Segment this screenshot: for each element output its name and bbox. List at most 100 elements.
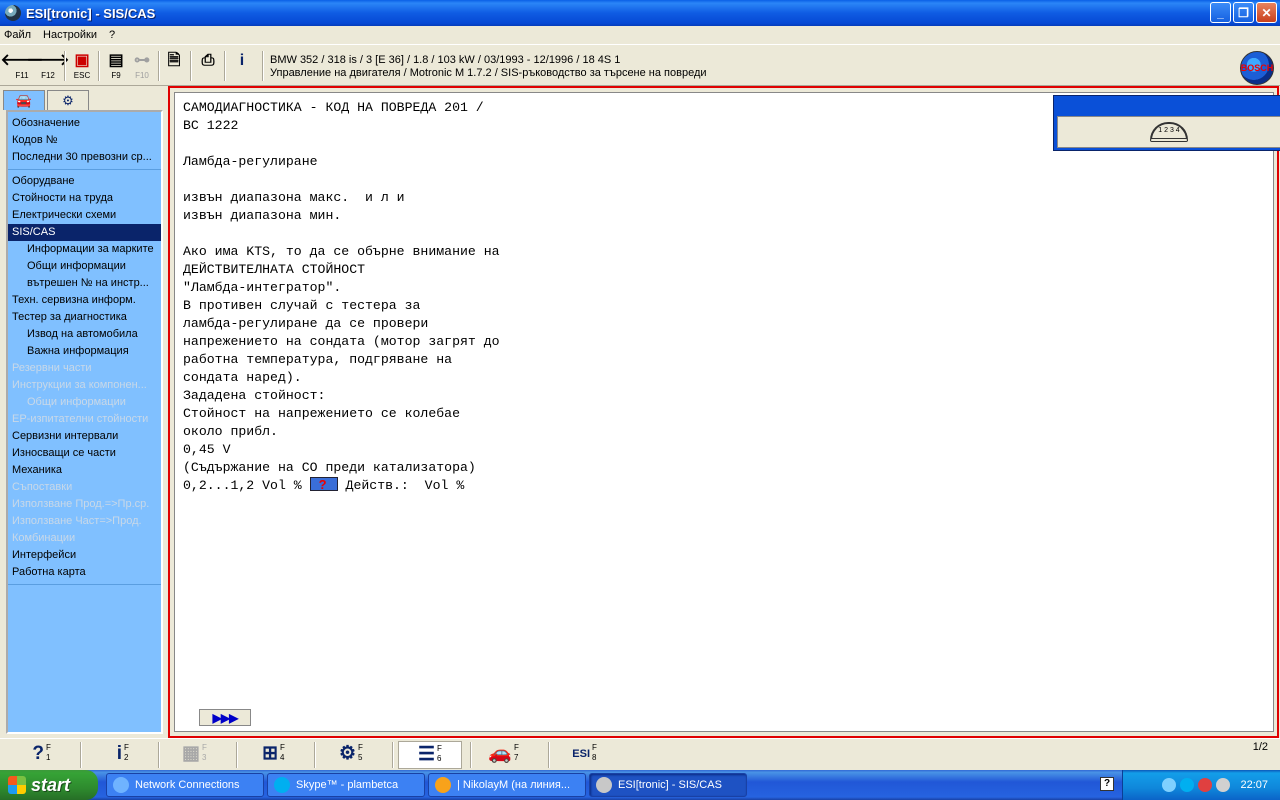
f10-button[interactable]: ⊶ F10 <box>130 51 154 83</box>
f9-button[interactable]: ▤ F9 <box>104 51 128 83</box>
sidebar-item[interactable]: SIS/CAS <box>8 224 161 241</box>
document-line: Стойност на напрежението се колебае <box>183 406 460 421</box>
close-button[interactable]: ✕ <box>1256 2 1277 23</box>
document-line: В противен случай с тестера за <box>183 298 421 313</box>
menu-file[interactable]: Файл <box>4 29 31 41</box>
task-label: Network Connections <box>135 779 240 791</box>
escape-button[interactable]: ▣ ESC <box>70 51 94 83</box>
esi-kts-icon: ESI <box>572 748 590 760</box>
document-line: извън диапазона мин. <box>183 208 342 223</box>
sidebar-item[interactable]: Информации за марките <box>8 241 161 258</box>
sidebar-item[interactable]: Инструкции за компонен... <box>8 377 161 394</box>
fkey-esi-kts-button[interactable]: ESI F 8 <box>554 741 618 769</box>
taskbar-button[interactable]: Skype™ - plambetca <box>267 773 425 797</box>
document-line: сондата наред). <box>183 370 302 385</box>
sidebar-item[interactable]: Използване Прод.=>Пр.ср. <box>8 496 161 513</box>
sidebar-item[interactable]: вътрешен № на инстр... <box>8 275 161 292</box>
menu-settings[interactable]: Настройки <box>43 29 97 41</box>
fkey-vehicle-button[interactable]: 🚗 F 7 <box>476 741 540 769</box>
nav-group: Оборудване Стойности на труда Електрически… <box>8 170 161 585</box>
fkey-wiring-button[interactable]: ⊞ F 4 <box>242 741 306 769</box>
forward-button[interactable]: 🡒 F12 <box>27 51 70 83</box>
network-icon[interactable] <box>1162 778 1177 792</box>
sidebar-item[interactable]: Обозначение <box>8 115 161 132</box>
document-text: САМОДИАГНОСТИКА - КОД НА ПОВРЕДА 201 / B… <box>183 99 500 495</box>
security-icon[interactable] <box>1198 778 1213 792</box>
skype-tray-icon[interactable] <box>1180 778 1195 792</box>
fkey-number: F 7 <box>514 743 519 762</box>
menu-bar: Файл Настройки ? <box>0 26 1280 44</box>
document-line: извън диапазона макс. и л и <box>183 190 405 205</box>
task-label: | NikolayM (на линия... <box>457 779 571 791</box>
navigation-list: Обозначение Кодов № Последни 30 превозни с… <box>6 110 163 734</box>
taskbar-button[interactable]: ESI[tronic] - SIS/CAS <box>589 773 747 797</box>
sidebar-item[interactable]: ЕР-изпитателни стойности <box>8 411 161 428</box>
engine-icon: ⚙ <box>62 92 74 108</box>
fkey-number: F 2 <box>124 743 129 762</box>
minimize-button[interactable]: _ <box>1210 2 1231 23</box>
document-line: напрежението на сондата (мотор загрят до <box>183 334 500 349</box>
sidebar-item[interactable]: Резервни части <box>8 360 161 377</box>
document-button[interactable]: 🗎 <box>162 51 186 83</box>
help-icon[interactable]: ? <box>1100 777 1114 791</box>
document-line: 0,45 V <box>183 442 231 457</box>
fkey-help-button[interactable]: ? F 1 <box>8 741 72 769</box>
fkey-component-button[interactable]: ⚙ F 5 <box>320 741 384 769</box>
fkey-number: F 4 <box>280 743 285 762</box>
maximize-button[interactable]: ❐ <box>1233 2 1254 23</box>
task-app-icon <box>274 777 290 793</box>
fkey-f3-button[interactable]: ▦ F 3 <box>164 741 228 769</box>
vehicle-line-2: Управление на двигателя / Motronic M 1.7… <box>270 67 707 79</box>
f9-key-label: F9 <box>111 71 121 80</box>
help-question-button[interactable]: ? <box>309 477 338 492</box>
sidebar-item[interactable]: Общи информации <box>8 258 161 275</box>
sidebar-item[interactable]: Оборудване <box>8 173 161 190</box>
task-app-icon <box>113 777 129 793</box>
measurement-button[interactable]: 1 2 3 4 <box>1057 116 1280 148</box>
document-line: ламбда-регулиране да се провери <box>183 316 429 331</box>
document-icon: 🗎 <box>167 52 181 69</box>
sidebar-item[interactable]: Механика <box>8 462 161 479</box>
function-key-bar: ? F 1 iF 2 ▦ F 3 ⊞ F 4 ⚙ F 5 ☰ F 6 🚗 F 7 ESI F 8 1/2 <box>0 738 1280 770</box>
back-key-label: F11 <box>15 71 29 80</box>
menu-help[interactable]: ? <box>109 29 115 41</box>
info-button[interactable]: i <box>230 51 254 83</box>
sidebar-item[interactable]: Извод на автомобила <box>8 326 161 343</box>
sidebar-item[interactable]: Тестер за диагностика <box>8 309 161 326</box>
sidebar-item[interactable]: Общи информации <box>8 394 161 411</box>
taskbar-button[interactable]: | NikolayM (на линия... <box>428 773 586 797</box>
fkey-info-button[interactable]: iF 2 <box>86 741 150 769</box>
main-panel: САМОДИАГНОСТИКА - КОД НА ПОВРЕДА 201 / B… <box>168 86 1280 738</box>
printer-icon: ⎙ <box>201 52 215 69</box>
next-page-button[interactable]: ▶▶▶ <box>199 709 251 726</box>
sidebar-item[interactable]: Сервизни интервали <box>8 428 161 445</box>
task-app-icon <box>435 777 451 793</box>
volume-icon[interactable] <box>1216 778 1231 792</box>
sidebar-item[interactable]: Работна карта <box>8 564 161 581</box>
document-line: около прибл. <box>183 424 278 439</box>
info-icon: i <box>116 743 122 764</box>
sidebar-item[interactable]: Комбинации <box>8 530 161 547</box>
fkey-document-button[interactable]: ☰ F 6 <box>398 741 462 769</box>
task-label: ESI[tronic] - SIS/CAS <box>618 779 722 791</box>
sidebar-item[interactable]: Стойности на труда <box>8 190 161 207</box>
sidebar-item[interactable]: Използване Част=>Прод. <box>8 513 161 530</box>
tab-engine[interactable]: ⚙ <box>47 90 89 110</box>
sidebar-item[interactable]: Електрически схеми <box>8 207 161 224</box>
taskbar-button[interactable]: Network Connections <box>106 773 264 797</box>
meter-panel: 1 2 3 4 <box>1053 95 1280 151</box>
sidebar-item[interactable]: Интерфейси <box>8 547 161 564</box>
sidebar-item[interactable]: Износващи се части <box>8 445 161 462</box>
print-button[interactable]: ⎙ <box>196 51 220 83</box>
start-button[interactable]: start <box>0 770 98 800</box>
sidebar-item[interactable]: Съпоставки <box>8 479 161 496</box>
document-list-icon: ▤ <box>108 52 124 69</box>
tab-vehicle[interactable]: 🚘 <box>3 90 45 110</box>
taskbar: start Network Connections Skype™ - plambe… <box>0 770 1280 800</box>
sidebar-item[interactable]: Техн. сервизна информ. <box>8 292 161 309</box>
sidebar-item[interactable]: Важна информация <box>8 343 161 360</box>
sidebar-item[interactable]: Последни 30 превозни ср... <box>8 149 161 166</box>
sidebar-item[interactable]: Кодов № <box>8 132 161 149</box>
toolbar: 🡐 F11 🡒 F12 ▣ ESC ▤ F9 ⊶ F10 🗎 ⎙ i BMW 3… <box>0 44 1280 86</box>
document-view: САМОДИАГНОСТИКА - КОД НА ПОВРЕДА 201 / B… <box>174 92 1280 732</box>
